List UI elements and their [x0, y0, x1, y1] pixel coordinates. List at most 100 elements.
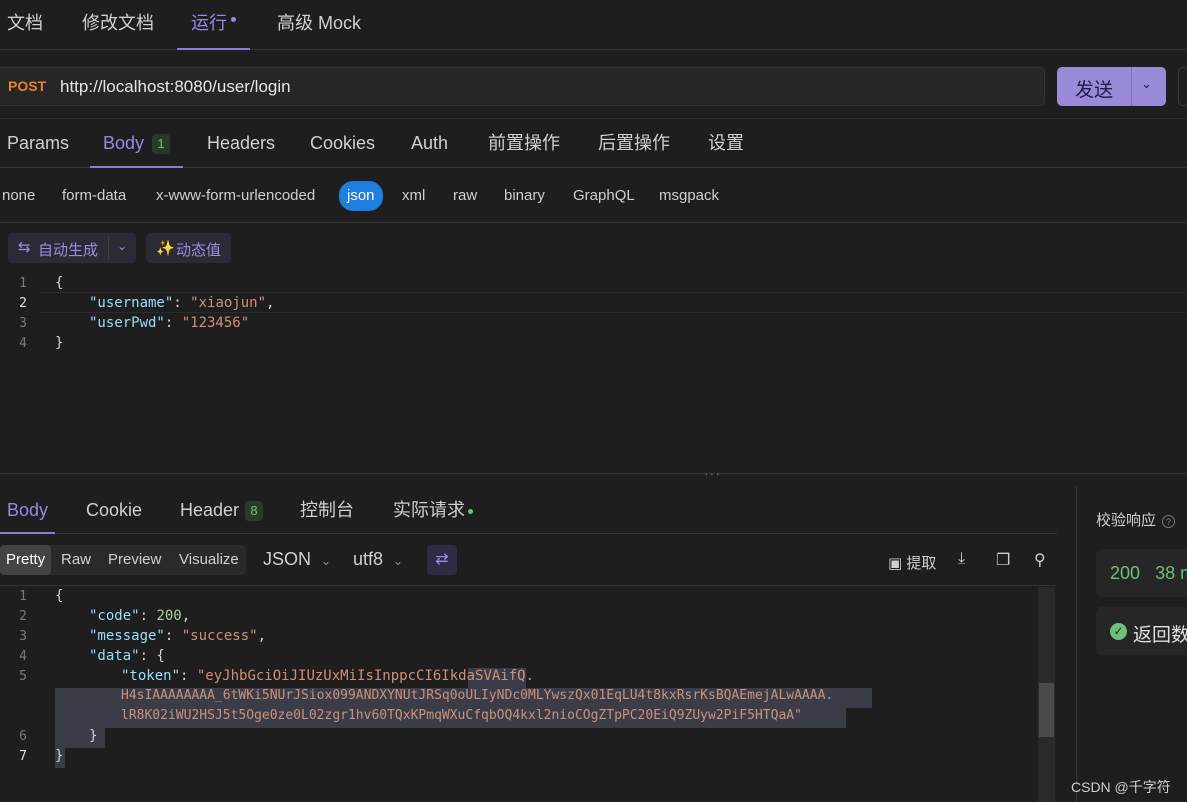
json-string: "eyJhbGciOiJIUzUxMiIsInppcCI6IkdaSVAifQ. — [196, 668, 535, 684]
body-type-form-data[interactable]: form-data — [62, 185, 126, 213]
status-dot-icon — [468, 508, 473, 514]
divider — [0, 585, 1056, 586]
body-type-graphql[interactable]: GraphQL — [573, 185, 635, 213]
view-preview[interactable]: Preview — [102, 545, 167, 575]
extract-icon: ▣ — [888, 555, 903, 572]
response-body-viewer[interactable]: 1 2 3 4 5 6 7 { "code": 200, "message": … — [0, 587, 1038, 802]
chevron-down-icon: ⌄ — [321, 554, 332, 568]
search-icon[interactable]: ⚲ — [1034, 550, 1046, 570]
response-tab-body[interactable]: Body — [0, 486, 56, 534]
panel-splitter[interactable]: ··· — [0, 465, 1187, 485]
view-raw[interactable]: Raw — [55, 545, 97, 575]
line-number: 1 — [19, 589, 27, 604]
tab-docs[interactable]: 文档 — [7, 0, 43, 50]
view-visualize[interactable]: Visualize — [173, 545, 245, 575]
tab-run[interactable]: 运行 — [177, 0, 250, 50]
copy-icon[interactable]: ❐ — [996, 550, 1010, 570]
line-number: 4 — [19, 336, 27, 351]
extra-action-button[interactable] — [1178, 67, 1187, 106]
tab-edit-docs[interactable]: 修改文档 — [82, 0, 154, 50]
tab-pre-processors[interactable]: 前置操作 — [488, 119, 560, 168]
response-tab-console[interactable]: 控制台 — [300, 486, 354, 534]
body-type-none[interactable]: none — [2, 185, 35, 213]
view-pretty[interactable]: Pretty — [0, 545, 52, 575]
encoding-select[interactable]: utf8 ⌄ — [353, 549, 403, 570]
encoding-value: utf8 — [353, 549, 384, 569]
tab-headers[interactable]: Headers — [207, 119, 275, 168]
code-line: "data": { — [89, 648, 165, 664]
response-tab-header-label: Header — [180, 500, 240, 520]
code-line: "userPwd": "123456" — [89, 315, 250, 331]
body-type-msgpack[interactable]: msgpack — [659, 185, 719, 213]
tab-params[interactable]: Params — [7, 119, 69, 168]
send-label: 发送 — [1075, 80, 1114, 101]
body-count-badge: 1 — [152, 134, 171, 155]
body-type-binary[interactable]: binary — [504, 185, 545, 213]
line-number: 4 — [19, 649, 27, 664]
send-button[interactable]: 发送 ⌄ — [1057, 67, 1166, 106]
status-code: 200 38 m — [1110, 563, 1187, 584]
tab-run-label: 运行 — [191, 13, 227, 33]
code-line: } — [89, 728, 98, 744]
code-line: } — [55, 748, 64, 764]
json-key: "data" — [89, 648, 140, 664]
header-count-badge: 8 — [245, 501, 264, 522]
wrap-lines-icon[interactable]: ⇄ — [427, 545, 457, 575]
format-value: JSON — [263, 549, 312, 569]
chevron-down-icon[interactable]: ⌄ — [1141, 76, 1152, 92]
status-code-value: 200 — [1110, 563, 1141, 583]
json-key: "token" — [121, 668, 181, 684]
view-mode-group: Pretty Raw Preview Visualize — [0, 545, 246, 575]
selection-highlight — [55, 728, 105, 748]
body-type-urlencoded[interactable]: x-www-form-urlencoded — [156, 185, 315, 213]
url-bar[interactable]: POST http://localhost:8080/user/login — [0, 67, 1045, 106]
extract-label: 提取 — [906, 555, 937, 572]
request-body-editor[interactable]: 1 2 3 4 { "username": "xiaojun", "userPw… — [0, 274, 1187, 472]
dynamic-value-label: 动态值 — [176, 242, 222, 259]
line-number: 3 — [19, 316, 27, 331]
tab-settings[interactable]: 设置 — [708, 119, 744, 168]
tab-body[interactable]: Body 1 — [90, 119, 184, 168]
code-line: "username": "xiaojun", — [89, 295, 275, 311]
url-input[interactable]: http://localhost:8080/user/login — [60, 77, 291, 97]
brace: { — [55, 275, 64, 291]
code-line: lR8K02iWU2HSJ5t5Oge0ze0L02zgr1hv60TQxKPm… — [121, 708, 802, 723]
code-line: { — [55, 588, 64, 604]
download-icon[interactable]: ⤓ — [958, 550, 965, 568]
json-key: "userPwd" — [89, 315, 165, 331]
method-select[interactable]: POST — [8, 78, 46, 94]
body-type-json[interactable]: json — [339, 181, 383, 211]
json-string: "123456" — [181, 315, 250, 331]
check-circle-icon: ✓ — [1110, 623, 1127, 640]
status-summary: 200 38 m — [1096, 549, 1187, 597]
brace: } — [55, 335, 64, 351]
code-line: "message": "success", — [89, 628, 267, 644]
response-tab-header[interactable]: Header 8 — [180, 486, 264, 534]
tab-advanced-mock[interactable]: 高级 Mock — [277, 0, 361, 50]
dynamic-value-button[interactable]: ✨ 动态值 — [146, 233, 231, 263]
response-tab-actual-request-label: 实际请求 — [393, 500, 465, 520]
auto-generate-button[interactable]: ⇆ 自动生成 ⌄ — [8, 233, 136, 263]
scrollbar-thumb[interactable] — [1039, 683, 1054, 737]
json-number: 200 — [156, 608, 182, 624]
chevron-down-icon[interactable]: ⌄ — [117, 239, 127, 253]
extract-button[interactable]: ▣ 提取 — [888, 552, 936, 573]
help-icon[interactable]: ? — [1162, 514, 1176, 528]
body-type-raw[interactable]: raw — [453, 185, 477, 213]
tab-auth[interactable]: Auth — [411, 119, 448, 168]
format-select[interactable]: JSON ⌄ — [263, 549, 331, 570]
response-tab-actual-request[interactable]: 实际请求 — [393, 486, 473, 534]
watermark: CSDN @千字符 — [1071, 779, 1171, 795]
line-number: 1 — [19, 276, 27, 291]
return-data-label: 返回数 — [1133, 625, 1187, 646]
code-line: { — [55, 275, 63, 291]
drag-handle-icon[interactable]: ··· — [704, 465, 721, 481]
body-type-xml[interactable]: xml — [402, 185, 425, 213]
tab-cookies[interactable]: Cookies — [310, 119, 375, 168]
json-key: "message" — [89, 628, 165, 644]
tab-post-processors[interactable]: 后置操作 — [598, 119, 670, 168]
return-data-check[interactable]: ✓ 返回数 — [1096, 607, 1187, 655]
line-number: 7 — [19, 749, 27, 764]
response-tab-cookie[interactable]: Cookie — [86, 486, 142, 534]
line-number: 2 — [19, 609, 27, 624]
